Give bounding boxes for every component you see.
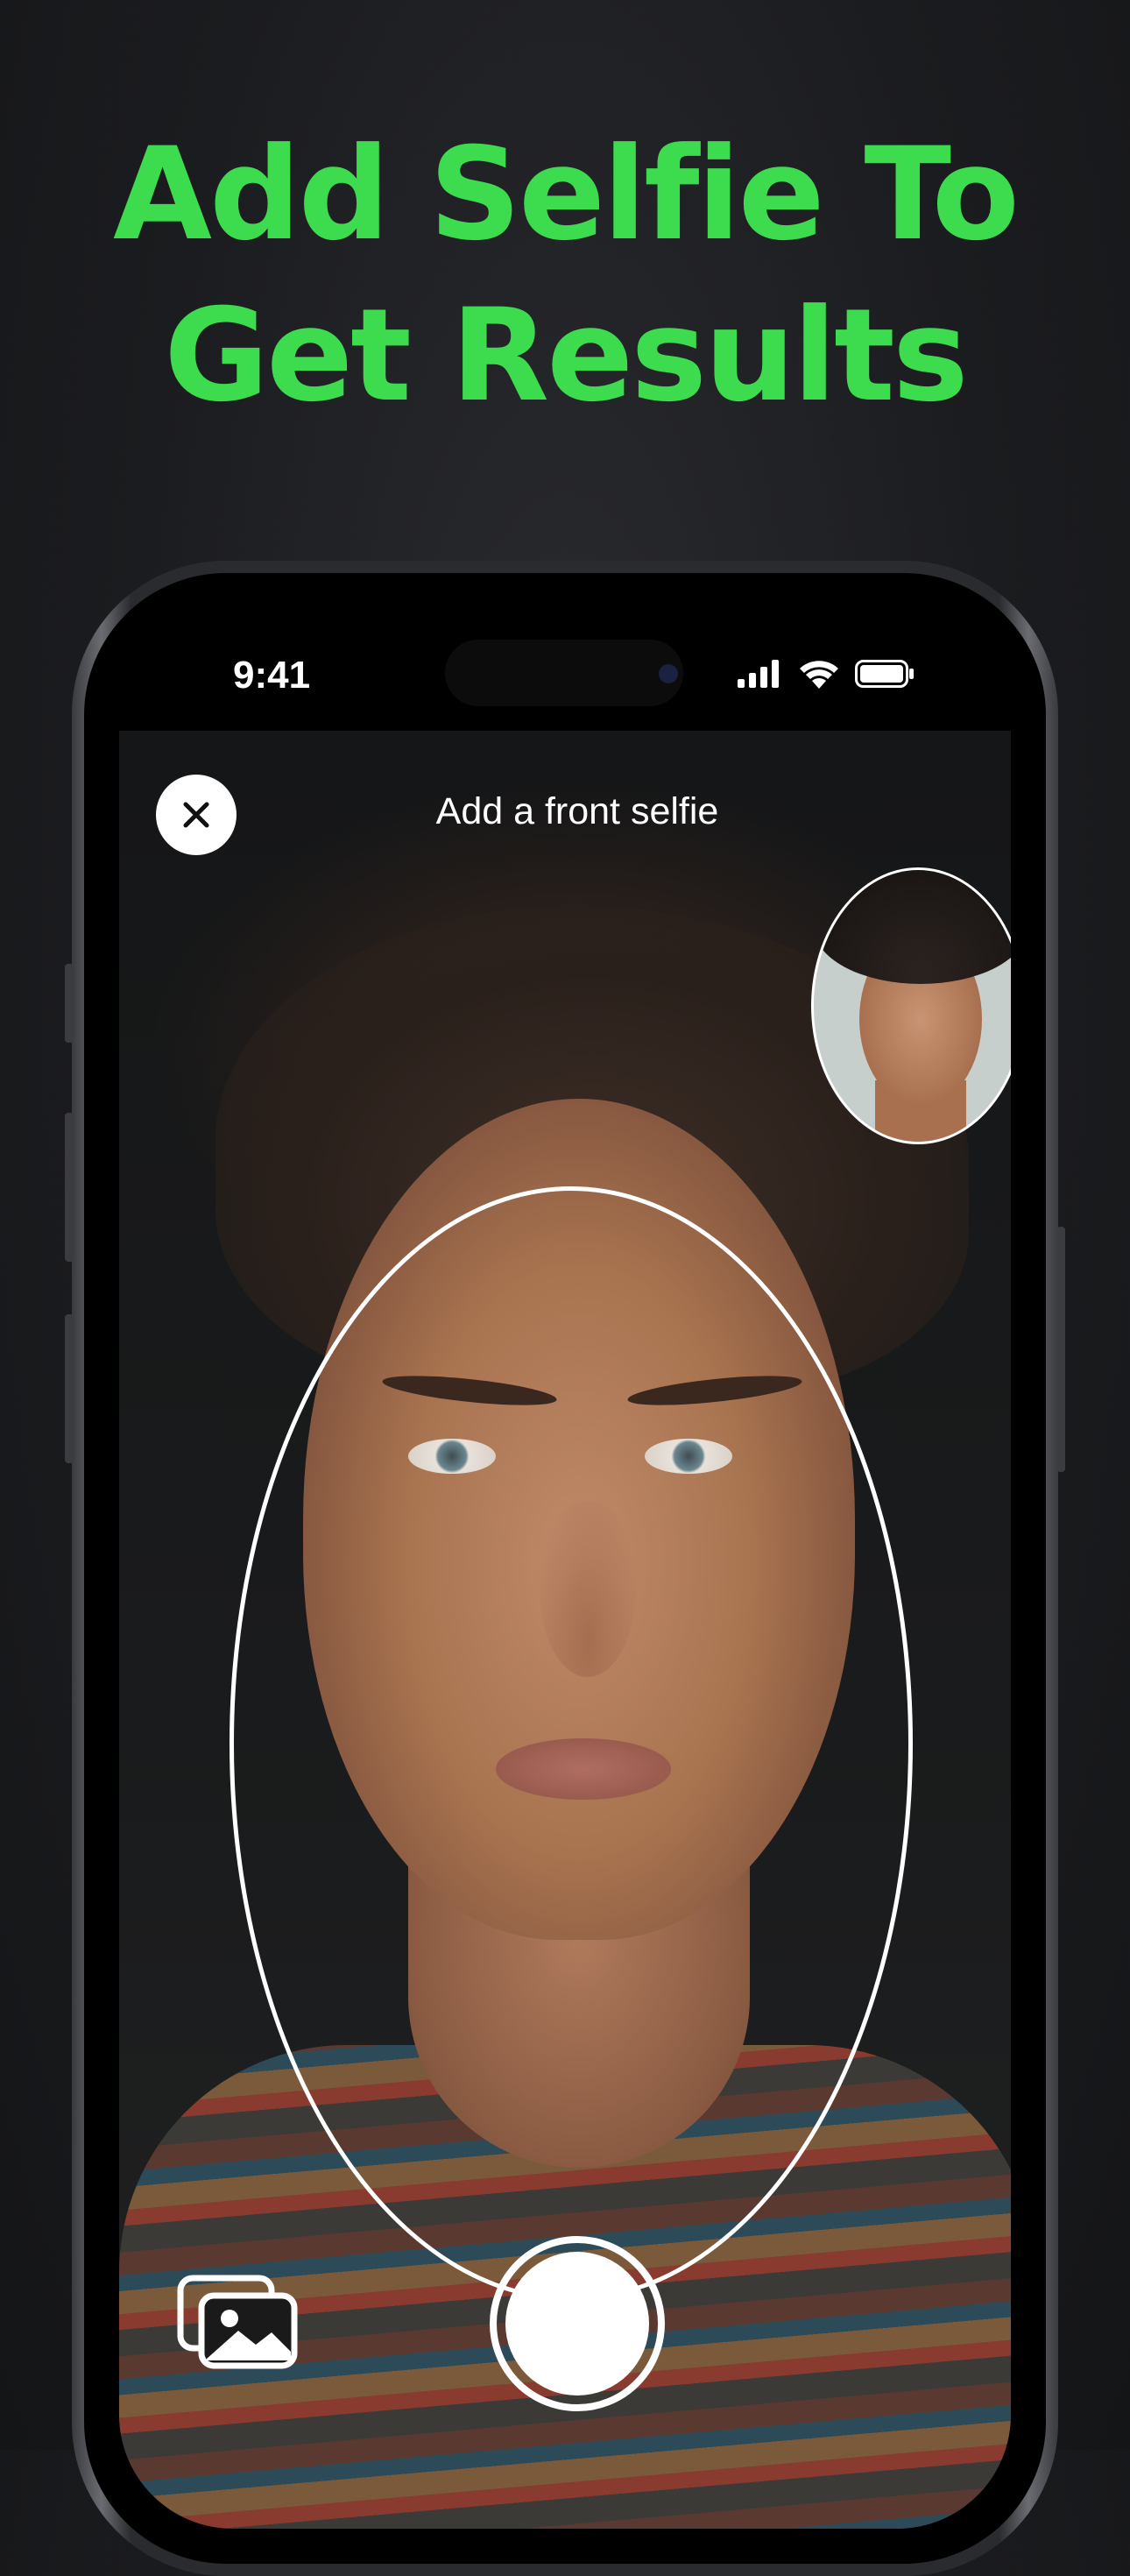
battery-icon [855, 660, 915, 692]
shutter-button[interactable] [490, 2236, 665, 2411]
reference-face-thumbnail [811, 867, 1011, 1144]
shutter-inner-circle [505, 2252, 649, 2396]
status-icons [738, 659, 915, 693]
headline: Add Selfie To Get Results [0, 114, 1130, 436]
front-camera-lens [659, 664, 678, 683]
phone-bezel: 9:41 Add a front selfie [84, 573, 1046, 2564]
status-time: 9:41 [233, 654, 311, 697]
phone-mockup: 9:41 Add a front selfie [65, 561, 1065, 2576]
photo-gallery-button[interactable] [177, 2273, 300, 2369]
phone-volume-up-button [65, 1113, 74, 1262]
wifi-icon [799, 659, 839, 693]
phone-volume-down-button [65, 1314, 74, 1463]
phone-power-button [1056, 1227, 1065, 1472]
face-guide-oval [230, 1186, 913, 2301]
status-bar: 9:41 [119, 608, 1011, 731]
phone-side-button-action [65, 964, 74, 1043]
reference-hair [814, 870, 1011, 984]
photo-gallery-icon [177, 2275, 298, 2369]
screen-title: Add a front selfie [435, 790, 719, 832]
cellular-signal-icon [738, 660, 783, 692]
headline-line-1: Add Selfie To [113, 120, 1020, 269]
headline-line-2: Get Results [164, 281, 969, 430]
phone-screen: 9:41 Add a front selfie [119, 608, 1011, 2529]
dynamic-island [445, 640, 683, 706]
